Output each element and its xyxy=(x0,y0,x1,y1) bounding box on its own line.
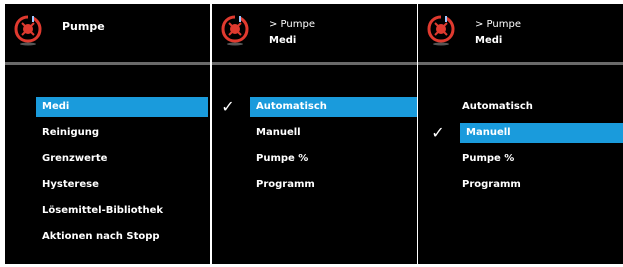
medi-submenu-screen-manual: > Pumpe Medi Automatisch ✓ Manuell Pumpe… xyxy=(418,4,623,264)
menu-item-programm[interactable]: Programm xyxy=(250,175,417,195)
checkmark-icon: ✓ xyxy=(221,97,235,116)
menu-item-pumpe-prozent[interactable]: Pumpe % xyxy=(456,149,623,169)
header-divider xyxy=(212,62,417,65)
menu-item-manuell[interactable]: Manuell xyxy=(250,123,417,143)
menu-item-grenzwerte[interactable]: Grenzwerte xyxy=(36,149,208,169)
pump-icon xyxy=(14,15,42,46)
header-divider xyxy=(418,62,623,65)
menu-item-programm[interactable]: Programm xyxy=(456,175,623,195)
medi-submenu-screen-automatic: > Pumpe Medi ✓ Automatisch Manuell Pumpe… xyxy=(212,4,417,264)
breadcrumb: > Pumpe xyxy=(269,19,315,30)
menu-item-pumpe-prozent[interactable]: Pumpe % xyxy=(250,149,417,169)
header-title: Pumpe xyxy=(62,20,105,33)
pump-menu-screen: Pumpe Medi Reinigung Grenzwerte Hysteres… xyxy=(5,4,210,264)
pump-icon xyxy=(221,15,249,46)
pump-icon xyxy=(427,15,455,46)
menu-item-manuell[interactable]: Manuell xyxy=(460,123,623,143)
breadcrumb: > Pumpe xyxy=(475,19,521,30)
menu-item-hysterese[interactable]: Hysterese xyxy=(36,175,208,195)
header-subtitle: Medi xyxy=(475,35,503,46)
header-subtitle: Medi xyxy=(269,35,297,46)
menu-item-medi[interactable]: Medi xyxy=(36,97,208,117)
menu-item-automatisch[interactable]: Automatisch xyxy=(250,97,417,117)
menu-item-aktionen-nach-stopp[interactable]: Aktionen nach Stopp xyxy=(36,227,208,247)
menu-item-reinigung[interactable]: Reinigung xyxy=(36,123,208,143)
checkmark-icon: ✓ xyxy=(431,123,445,142)
menu-item-loesemittel-bibliothek[interactable]: Lösemittel-Bibliothek xyxy=(36,201,208,221)
menu-item-automatisch[interactable]: Automatisch xyxy=(456,97,623,117)
header-divider xyxy=(5,62,210,65)
